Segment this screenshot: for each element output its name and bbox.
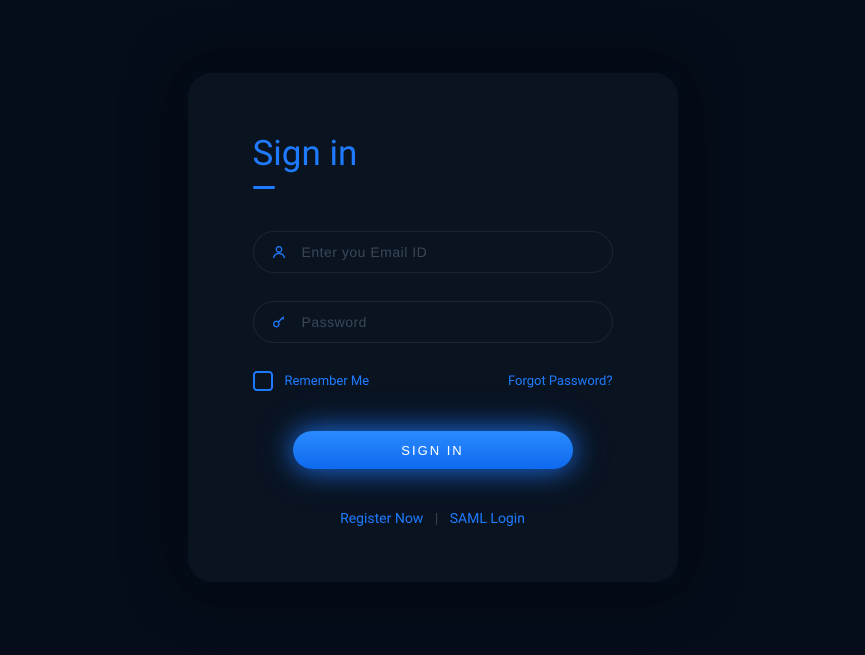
page-title: Sign in	[253, 133, 613, 174]
email-input-group	[253, 231, 613, 273]
remember-me-group: Remember Me	[253, 371, 370, 391]
user-icon	[271, 244, 287, 260]
footer-links: Register Now | SAML Login	[253, 511, 613, 527]
title-underline	[253, 186, 275, 189]
options-row: Remember Me Forgot Password?	[253, 371, 613, 391]
password-field[interactable]	[253, 301, 613, 343]
password-input-group	[253, 301, 613, 343]
forgot-password-link[interactable]: Forgot Password?	[508, 374, 613, 389]
remember-me-checkbox[interactable]	[253, 371, 273, 391]
sign-in-button[interactable]: SIGN IN	[293, 431, 573, 469]
key-icon	[271, 314, 287, 330]
remember-me-label[interactable]: Remember Me	[285, 374, 370, 389]
login-card: Sign in Remember Me Forgot Password?	[188, 73, 678, 582]
register-now-link[interactable]: Register Now	[340, 511, 423, 527]
email-field[interactable]	[253, 231, 613, 273]
saml-login-link[interactable]: SAML Login	[450, 511, 525, 527]
link-separator: |	[435, 511, 438, 527]
